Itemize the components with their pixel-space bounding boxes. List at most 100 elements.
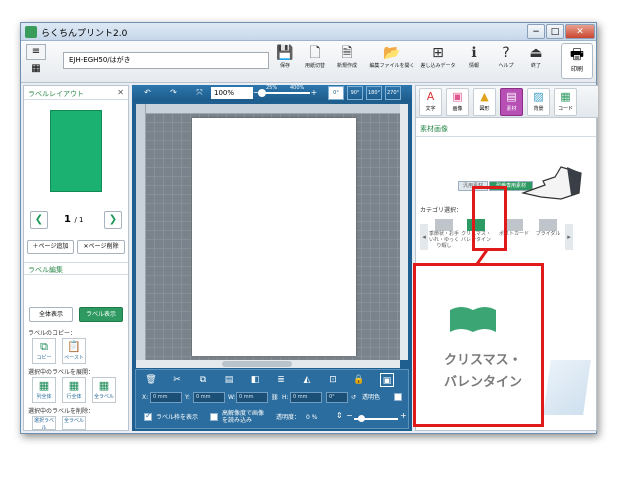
category-prev-button[interactable]: ◂ (420, 224, 428, 250)
new-file-button[interactable]: 🗎 新規作成 (330, 44, 364, 69)
rotate-180-button[interactable]: 180° (366, 86, 382, 100)
category-icon (435, 219, 453, 231)
vertical-scrollbar[interactable] (400, 104, 408, 360)
opacity-knob[interactable] (358, 415, 365, 422)
barcode-tab-icon: ▦ (560, 90, 571, 103)
delete-page-button[interactable]: ✕ページ削除 (77, 240, 125, 254)
h-input[interactable]: 0 mm (290, 392, 322, 403)
tool-tabs: A 文字 ▣ 画像 ▲ 図形 ▤ 素材 ▨ 背景 ▦ コード (416, 86, 598, 118)
close-button[interactable]: ✕ (565, 24, 595, 39)
category-seasonal-label: 季節状・お手いれ・ゆっくり暇し (429, 231, 460, 249)
menu-icon[interactable]: ≡ (26, 44, 46, 60)
info-button[interactable]: ℹ 情報 (457, 44, 491, 69)
label-thumbnail[interactable] (50, 110, 102, 192)
scroll-thumb[interactable] (222, 361, 292, 367)
properties-icon[interactable]: ▣ (380, 373, 394, 387)
minimize-button[interactable]: − (527, 24, 545, 39)
trash-icon[interactable]: 🗑 (144, 373, 158, 387)
print-button[interactable]: 🖶 印刷 (561, 43, 593, 79)
opacity-label: 透明度： (276, 414, 301, 421)
category-next-button[interactable]: ▸ (565, 224, 573, 250)
merge-data-icon: ⊞ (432, 45, 444, 61)
tab-text[interactable]: A 文字 (419, 88, 442, 116)
w-input[interactable]: 0 mm (236, 392, 268, 403)
show-frame-checkbox[interactable] (144, 411, 152, 421)
info-label: 情報 (468, 63, 479, 69)
rotate-270-button[interactable]: 270° (385, 86, 401, 100)
grid-icon[interactable]: ▦ (26, 62, 46, 78)
opacity-stepper[interactable]: ⇕ (336, 412, 343, 420)
paper-switch-label: 用紙切替 (304, 63, 325, 69)
expand-all-button[interactable]: ▦ 全ラベル (92, 377, 116, 403)
add-page-button[interactable]: ＋ページ追加 (27, 240, 74, 254)
delete-all-button[interactable]: 全ラベル (62, 416, 86, 430)
opacity-value: 0 % (306, 414, 318, 421)
next-page-button[interactable]: ❯ (104, 211, 122, 229)
expand-row-button[interactable]: ▦ 行全体 (62, 377, 86, 403)
view-label-button[interactable]: ラベル表示 (79, 307, 123, 322)
zoom-in-icon[interactable]: + (310, 87, 318, 99)
tab-shape[interactable]: ▲ 図形 (473, 88, 496, 116)
category-bridal[interactable]: ブライダル (533, 219, 563, 237)
rotate-90-button[interactable]: 90° (347, 86, 363, 100)
paste-button[interactable]: 📋 ペースト (62, 338, 86, 364)
prev-page-button[interactable]: ❮ (30, 211, 48, 229)
window-title: らくちんプリント2.0 (41, 29, 128, 39)
opacity-plus-icon[interactable]: + (400, 412, 407, 420)
maximize-button[interactable]: □ (546, 24, 564, 39)
printer-select[interactable]: EJH-EGH50/はがき (63, 52, 269, 69)
background-tab-icon: ▨ (533, 90, 544, 103)
help-button[interactable]: ? ヘルプ (489, 44, 523, 69)
angle-input[interactable]: 0° (326, 392, 348, 403)
copy-icon[interactable]: ⧉ (196, 373, 210, 387)
paper-switch-icon: 🗋 (309, 45, 321, 61)
delete-selected-button[interactable]: 選択ラベル (32, 416, 56, 431)
horizontal-scrollbar[interactable] (136, 360, 400, 368)
select-icon[interactable]: ⊡ (326, 373, 340, 387)
merge-data-label: 差し込みデータ (420, 63, 456, 69)
zoom-knob[interactable] (258, 89, 266, 97)
merge-data-button[interactable]: ⊞ 差し込みデータ (419, 44, 457, 69)
new-file-icon: 🗎 (341, 45, 353, 61)
pointer-hand-icon (521, 166, 582, 200)
opacity-minus-icon[interactable]: − (346, 412, 353, 420)
expand-column-button[interactable]: ▦ 列全体 (32, 377, 56, 403)
fit-icon[interactable]: ⤧ (192, 87, 207, 99)
open-file-button[interactable]: 📂 編集ファイルを開く (369, 44, 415, 69)
label-paper[interactable] (192, 118, 356, 356)
close-icon[interactable]: ✕ (117, 88, 124, 97)
grid-icon: ▦ (38, 379, 50, 392)
copy-button[interactable]: ⧉ コピー (32, 338, 56, 364)
zoom-select[interactable]: 100% (211, 87, 253, 99)
exit-button[interactable]: ⏏ 終了 (519, 44, 553, 69)
layer-icon[interactable]: ◧ (248, 373, 262, 387)
align-icon[interactable]: ≣ (274, 373, 288, 387)
tab-image[interactable]: ▣ 画像 (446, 88, 469, 116)
category-seasonal[interactable]: 季節状・お手いれ・ゆっくり暇し (429, 219, 459, 249)
tab-shape-label: 図形 (479, 106, 490, 112)
tab-code[interactable]: ▦ コード (554, 88, 577, 116)
y-label: Y: (185, 394, 190, 401)
save-button[interactable]: 💾 保存 (268, 44, 302, 69)
zoom-slider[interactable]: 25% 400% (258, 85, 310, 97)
lock-icon[interactable]: 🔒 (352, 373, 366, 387)
paste-icon[interactable]: ▤ (222, 373, 236, 387)
info-icon: ℹ (471, 45, 477, 61)
cut-icon[interactable]: ✂ (170, 373, 184, 387)
view-all-button[interactable]: 全体表示 (29, 307, 73, 322)
transparent-color-checkbox[interactable] (394, 393, 402, 401)
tab-background[interactable]: ▨ 背景 (527, 88, 550, 116)
undo-icon[interactable]: ↶ (140, 87, 155, 99)
arrange-icon[interactable]: ◭ (300, 373, 314, 387)
refresh-icon[interactable]: ↺ (351, 394, 356, 401)
hires-checkbox[interactable] (210, 413, 218, 421)
canvas-toolbar: ↶ ↷ ⤧ 100% − 25% 400% + 0° 90° 180° 270° (132, 85, 412, 101)
y-input[interactable]: 0 mm (193, 392, 225, 403)
x-input[interactable]: 0 mm (150, 392, 182, 403)
redo-icon[interactable]: ↷ (166, 87, 181, 99)
link-icon[interactable]: ⛓ (271, 394, 279, 401)
paper-switch-button[interactable]: 🗋 用紙切替 (298, 44, 332, 69)
category-icon (539, 219, 557, 231)
tab-material[interactable]: ▤ 素材 (500, 88, 523, 116)
rotate-0-button[interactable]: 0° (328, 86, 344, 100)
